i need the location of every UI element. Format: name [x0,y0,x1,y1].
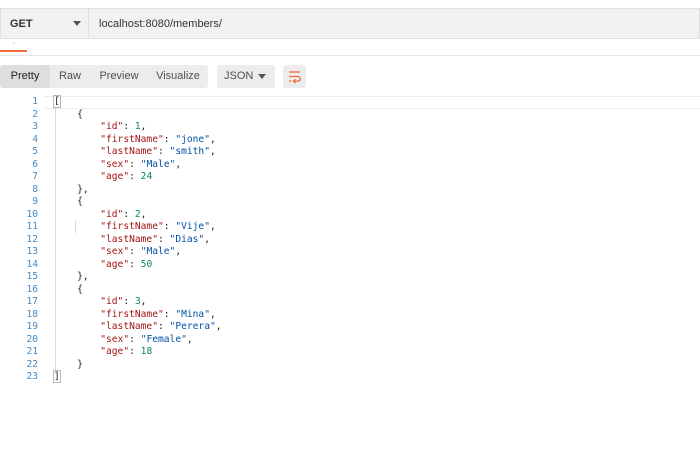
chevron-down-icon [73,21,81,26]
wrap-lines-button[interactable] [283,65,306,88]
line-number: 10 [26,208,38,220]
code-line: "sex": "Female", [100,333,193,345]
line-number: 23 [26,371,38,382]
section-divider [0,55,700,56]
line-number: 21 [26,346,38,357]
code-line: { [54,108,83,120]
line-number: 1 [32,96,38,107]
code-line: "sex": "Male", [100,158,182,170]
code-line: }, [54,183,89,195]
code-line: "lastName": "smith", [100,146,216,157]
line-number: 19 [26,321,38,332]
active-line-highlight [44,96,700,109]
format-select[interactable]: JSON [217,65,275,88]
response-body-editor[interactable]: 1 [2 {3 "id": 1, 4 "firstName": "jone", 5 "… [0,95,700,396]
code-line: "lastName": "Dias", [100,233,210,245]
line-number: 18 [26,308,38,320]
method-label: GET [10,18,33,30]
code-line: "age": 18 [100,346,153,357]
code-line: "firstName": "jone", [100,133,216,145]
line-number: 13 [26,246,38,257]
method-select[interactable]: GET [0,8,88,39]
line-number: 11 [26,221,38,232]
code-line: "firstName": "Mina", [100,308,216,320]
code-line: "id": 2, [100,208,147,220]
code-line: [ [53,95,61,108]
code-line: "lastName": "Perera", [100,321,222,332]
line-number: 22 [26,358,38,370]
line-number: 8 [32,183,38,195]
code-line: { [54,283,83,295]
line-number: 20 [26,333,38,345]
code-line: ] [53,370,61,383]
code-line: "sex": "Male", [100,246,182,257]
wrap-lines-icon [289,71,301,84]
tab-preview[interactable]: Preview [90,65,148,88]
response-view-tabs: Pretty Raw Preview Visualize [0,65,208,88]
active-tab-indicator [0,50,27,52]
line-number: 9 [32,196,38,207]
line-number: 3 [32,121,38,132]
tab-pretty[interactable]: Pretty [0,65,50,88]
code-line: }, [54,271,89,282]
line-number: 14 [26,258,38,270]
code-line: "id": 3, [100,296,147,307]
code-line: { [54,196,83,207]
code-line: "age": 24 [100,171,153,182]
tab-visualize[interactable]: Visualize [148,65,208,88]
code-line: } [54,358,83,370]
chevron-down-icon [258,74,266,79]
url-input[interactable]: localhost:8080/members/ [88,8,700,39]
line-number: 4 [32,133,38,145]
tab-raw[interactable]: Raw [50,65,90,88]
code-line: "firstName": "Vije", [100,221,216,232]
line-number: 17 [26,296,38,307]
line-number: 12 [26,233,38,245]
line-number: 7 [32,171,38,182]
line-number: 6 [32,158,38,170]
code-line: "age": 50 [100,258,153,270]
line-number: 5 [32,146,38,157]
line-number: 2 [32,108,38,120]
request-bar: GET localhost:8080/members/ [0,8,700,41]
line-number: 15 [26,271,38,282]
format-label: JSON [224,70,254,82]
line-number: 16 [26,283,38,295]
code-line: "id": 1, [100,121,147,132]
url-text: localhost:8080/members/ [99,18,222,30]
